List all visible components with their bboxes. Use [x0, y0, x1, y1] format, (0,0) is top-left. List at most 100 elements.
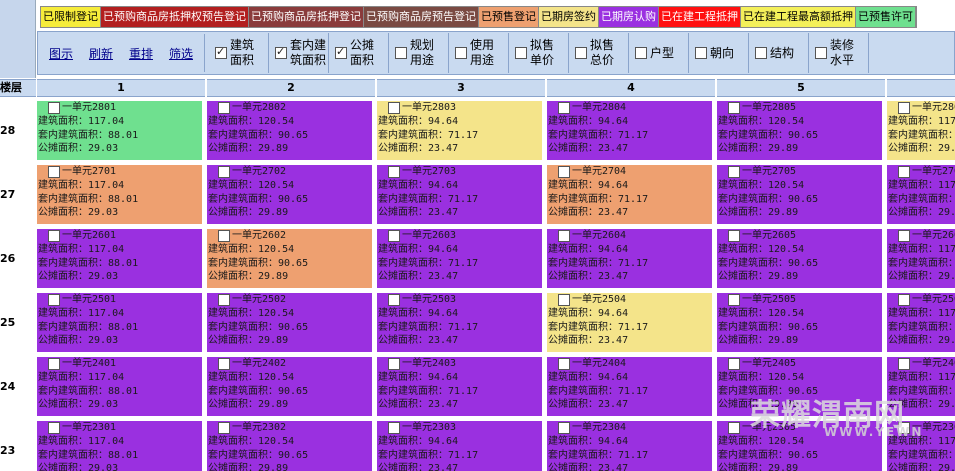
- unit-cell[interactable]: 一单元2402 建筑面积：120.54 套内建筑面积：90.65 公摊面积：29.89: [207, 357, 372, 416]
- unit-cell[interactable]: 一单元2404 建筑面积：94.64 套内建筑面积：71.17 公摊面积：23.47: [547, 357, 712, 416]
- unit-cell[interactable]: 一单元2603 建筑面积：94.64 套内建筑面积：71.17 公摊面积：23.47: [377, 229, 542, 288]
- unit-cell[interactable]: 一单元2702 建筑面积：120.54 套内建筑面积：90.65 公摊面积：29.89: [207, 165, 372, 224]
- option-checkbox[interactable]: [515, 47, 527, 59]
- unit-checkbox[interactable]: [558, 294, 570, 306]
- toolbar-link-filter[interactable]: 筛选: [164, 45, 198, 62]
- unit-cell[interactable]: 一单元2304 建筑面积：94.64 套内建筑面积：71.17 公摊面积：23.47: [547, 421, 712, 471]
- display-option[interactable]: 规划 用途: [389, 33, 449, 73]
- unit-cell[interactable]: 一单元2504 建筑面积：94.64 套内建筑面积：71.17 公摊面积：23.47: [547, 293, 712, 352]
- unit-checkbox[interactable]: [558, 422, 570, 434]
- option-checkbox[interactable]: [575, 47, 587, 59]
- unit-checkbox[interactable]: [48, 166, 60, 178]
- unit-checkbox[interactable]: [728, 166, 740, 178]
- option-checkbox[interactable]: [815, 47, 827, 59]
- unit-checkbox[interactable]: [48, 294, 60, 306]
- unit-cell[interactable]: 一单元2703 建筑面积：94.64 套内建筑面积：71.17 公摊面积：23.47: [377, 165, 542, 224]
- unit-checkbox[interactable]: [388, 422, 400, 434]
- unit-checkbox[interactable]: [558, 166, 570, 178]
- option-checkbox[interactable]: [455, 47, 467, 59]
- unit-cell[interactable]: 一单元2803 建筑面积：94.64 套内建筑面积：71.17 公摊面积：23.47: [377, 101, 542, 160]
- unit-checkbox[interactable]: [388, 294, 400, 306]
- unit-checkbox[interactable]: [898, 230, 910, 242]
- unit-checkbox[interactable]: [558, 230, 570, 242]
- toolbar-link-legend[interactable]: 图示: [44, 45, 78, 62]
- unit-cell[interactable]: 一单元2302 建筑面积：120.54 套内建筑面积：90.65 公摊面积：29.89: [207, 421, 372, 471]
- unit-checkbox[interactable]: [728, 230, 740, 242]
- unit-checkbox[interactable]: [898, 358, 910, 370]
- display-option[interactable]: 朝向: [689, 33, 749, 73]
- unit-checkbox[interactable]: [558, 358, 570, 370]
- unit-cell[interactable]: 一单元2805 建筑面积：120.54 套内建筑面积：90.65 公摊面积：29.89: [717, 101, 882, 160]
- unit-checkbox[interactable]: [48, 102, 60, 114]
- unit-checkbox[interactable]: [48, 230, 60, 242]
- unit-cell[interactable]: 一单元2804 建筑面积：94.64 套内建筑面积：71.17 公摊面积：23.47: [547, 101, 712, 160]
- display-option[interactable]: 户型: [629, 33, 689, 73]
- unit-cell[interactable]: 一单元2502 建筑面积：120.54 套内建筑面积：90.65 公摊面积：29.89: [207, 293, 372, 352]
- unit-cell[interactable]: 一单元2606建筑面积：117.04套内建筑面积：88.01公摊面积：29.03: [887, 229, 955, 288]
- toolbar-link-resort[interactable]: 重排: [124, 45, 158, 62]
- option-checkbox[interactable]: [635, 47, 647, 59]
- unit-area-line: 建筑面积：94.64: [548, 243, 712, 257]
- unit-cell[interactable]: 一单元2806建筑面积：117.04套内建筑面积：88.01公摊面积：29.03: [887, 101, 955, 160]
- unit-cell[interactable]: 一单元2403 建筑面积：94.64 套内建筑面积：71.17 公摊面积：23.47: [377, 357, 542, 416]
- unit-name: 一单元2302: [232, 422, 287, 434]
- option-checkbox[interactable]: [755, 47, 767, 59]
- unit-cell[interactable]: 一单元2701 建筑面积：117.04 套内建筑面积：88.01 公摊面积：29.03: [37, 165, 202, 224]
- unit-cell[interactable]: 一单元2503 建筑面积：94.64 套内建筑面积：71.17 公摊面积：23.47: [377, 293, 542, 352]
- unit-title: 一单元2802: [208, 101, 372, 115]
- unit-inner-line: 套内建筑面积：71.17: [548, 129, 712, 143]
- unit-shared-label: 公摊面积：: [718, 335, 768, 346]
- unit-cell[interactable]: 一单元2602 建筑面积：120.54 套内建筑面积：90.65 公摊面积：29.89: [207, 229, 372, 288]
- unit-checkbox[interactable]: [558, 102, 570, 114]
- unit-cell[interactable]: 一单元2706建筑面积：117.04套内建筑面积：88.01公摊面积：29.03: [887, 165, 955, 224]
- display-option[interactable]: 建筑面积: [209, 33, 269, 73]
- unit-cell[interactable]: 一单元2505 建筑面积：120.54 套内建筑面积：90.65 公摊面积：29.89: [717, 293, 882, 352]
- unit-checkbox[interactable]: [388, 230, 400, 242]
- unit-checkbox[interactable]: [218, 422, 230, 434]
- unit-cell[interactable]: 一单元2704 建筑面积：94.64 套内建筑面积：71.17 公摊面积：23.47: [547, 165, 712, 224]
- unit-checkbox[interactable]: [728, 422, 740, 434]
- unit-checkbox[interactable]: [218, 294, 230, 306]
- display-option[interactable]: 套内建筑面积: [269, 33, 329, 73]
- unit-cell[interactable]: 一单元2401 建筑面积：117.04 套内建筑面积：88.01 公摊面积：29.03: [37, 357, 202, 416]
- unit-checkbox[interactable]: [728, 358, 740, 370]
- unit-cell[interactable]: 一单元2605 建筑面积：120.54 套内建筑面积：90.65 公摊面积：29.89: [717, 229, 882, 288]
- unit-checkbox[interactable]: [218, 102, 230, 114]
- unit-cell[interactable]: 一单元2506建筑面积：117.04套内建筑面积：88.01公摊面积：29.03: [887, 293, 955, 352]
- option-checkbox[interactable]: [275, 45, 287, 59]
- unit-checkbox[interactable]: [388, 358, 400, 370]
- unit-cell[interactable]: 一单元2705 建筑面积：120.54 套内建筑面积：90.65 公摊面积：29.89: [717, 165, 882, 224]
- unit-inner-value: 88.01: [108, 321, 139, 333]
- display-option[interactable]: 拟售 单价: [509, 33, 569, 73]
- unit-checkbox[interactable]: [388, 102, 400, 114]
- unit-checkbox[interactable]: [218, 358, 230, 370]
- unit-name: 一单元2606: [912, 230, 955, 242]
- unit-cell[interactable]: 一单元2301 建筑面积：117.04 套内建筑面积：88.01 公摊面积：29.03: [37, 421, 202, 471]
- display-option[interactable]: 公摊面积: [329, 33, 389, 73]
- unit-checkbox[interactable]: [728, 294, 740, 306]
- display-option[interactable]: 使用 用途: [449, 33, 509, 73]
- option-checkbox[interactable]: [395, 47, 407, 59]
- unit-cell[interactable]: 一单元2303 建筑面积：94.64 套内建筑面积：71.17 公摊面积：23.47: [377, 421, 542, 471]
- unit-checkbox[interactable]: [218, 166, 230, 178]
- display-option[interactable]: 装修 水平: [809, 33, 869, 73]
- unit-cell[interactable]: 一单元2501 建筑面积：117.04 套内建筑面积：88.01 公摊面积：29.03: [37, 293, 202, 352]
- option-checkbox[interactable]: [215, 45, 227, 59]
- unit-checkbox[interactable]: [728, 102, 740, 114]
- unit-cell[interactable]: 一单元2802 建筑面积：120.54 套内建筑面积：90.65 公摊面积：29.89: [207, 101, 372, 160]
- unit-checkbox[interactable]: [388, 166, 400, 178]
- unit-checkbox[interactable]: [898, 102, 910, 114]
- display-option[interactable]: 拟售 总价: [569, 33, 629, 73]
- unit-checkbox[interactable]: [898, 166, 910, 178]
- unit-checkbox[interactable]: [48, 358, 60, 370]
- unit-cell[interactable]: 一单元2601 建筑面积：117.04 套内建筑面积：88.01 公摊面积：29.03: [37, 229, 202, 288]
- unit-cell[interactable]: 一单元2801 建筑面积：117.04 套内建筑面积：88.01 公摊面积：29.03: [37, 101, 202, 160]
- unit-checkbox[interactable]: [898, 294, 910, 306]
- option-checkbox[interactable]: [695, 47, 707, 59]
- option-checkbox[interactable]: [335, 45, 347, 59]
- unit-checkbox[interactable]: [218, 230, 230, 242]
- unit-checkbox[interactable]: [48, 422, 60, 434]
- unit-cell[interactable]: 一单元2604 建筑面积：94.64 套内建筑面积：71.17 公摊面积：23.47: [547, 229, 712, 288]
- toolbar-link-refresh[interactable]: 刷新: [84, 45, 118, 62]
- display-option[interactable]: 结构: [749, 33, 809, 73]
